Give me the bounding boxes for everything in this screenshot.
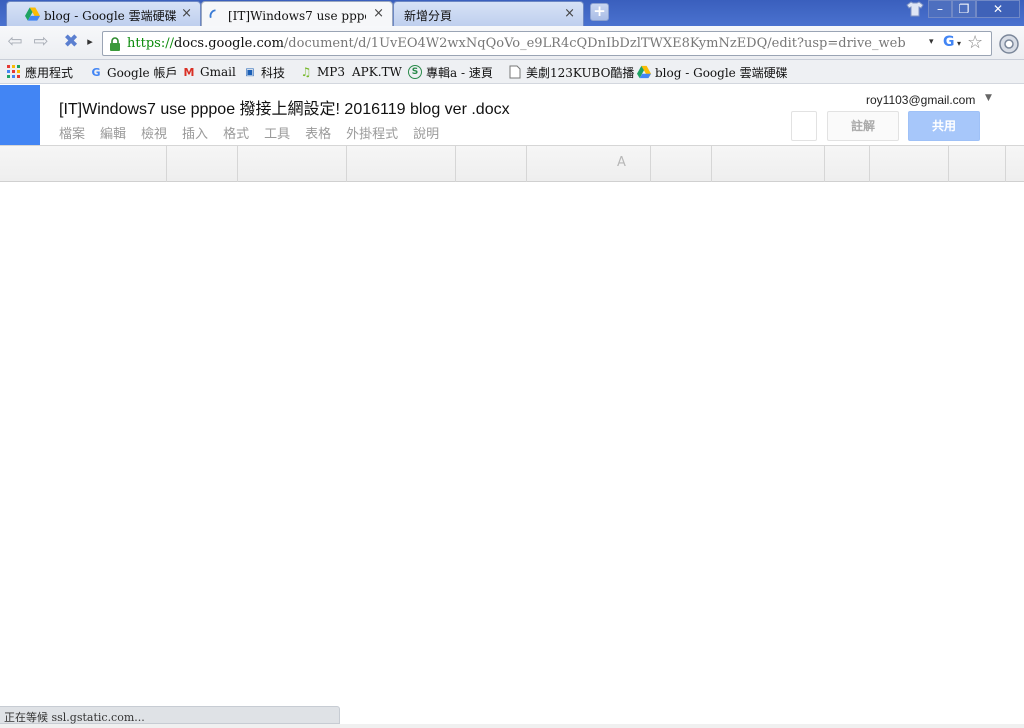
bookmark-label: 科技: [261, 65, 286, 80]
toolbar-divider: [526, 146, 527, 182]
bookmark-apk[interactable]: APK.TW: [352, 63, 402, 81]
share-button[interactable]: 共用: [908, 111, 980, 141]
document-canvas[interactable]: [0, 182, 1024, 706]
new-tab-button[interactable]: +: [590, 3, 609, 21]
stop-icon[interactable]: ✖: [61, 33, 81, 53]
tech-icon: ▣: [245, 66, 255, 78]
settings-wrench-icon[interactable]: [998, 33, 1020, 55]
url-text[interactable]: https://docs.google.com/document/d/1UvEO…: [127, 36, 906, 51]
menu-table[interactable]: 表格: [305, 123, 331, 142]
bookmark-gmail[interactable]: M Gmail: [182, 63, 236, 81]
bookmark-label: APK.TW: [352, 65, 402, 79]
docs-header: [IT]Windows7 use pppoe 撥接上網設定! 2016119 b…: [0, 85, 1024, 145]
text-color-icon[interactable]: A: [617, 155, 626, 170]
menu-addons[interactable]: 外掛程式: [346, 123, 398, 142]
lock-icon: [110, 37, 120, 51]
tab-close-icon[interactable]: ×: [373, 6, 384, 21]
bookmark-label: Gmail: [200, 65, 236, 79]
bookmark-label: 美劇123KUBO酷播: [526, 65, 635, 80]
toolbar-divider: [869, 146, 870, 182]
bookmark-label: 專輯a - 速頁: [426, 65, 493, 80]
toolbar-divider: [237, 146, 238, 182]
url-host: docs.google.com: [173, 36, 284, 51]
page-icon: [509, 65, 521, 79]
maximize-button[interactable]: ❐: [952, 0, 976, 18]
address-bar[interactable]: https://docs.google.com/document/d/1UvEO…: [102, 31, 992, 56]
omnibox-dropdown-icon[interactable]: ▾: [929, 37, 934, 47]
comments-button[interactable]: 註解: [827, 111, 899, 141]
google-search-icon[interactable]: G: [943, 34, 955, 50]
tab-new-tab[interactable]: 新增分頁 ×: [393, 1, 584, 26]
bookmark-tech[interactable]: ▣ 科技: [243, 63, 285, 81]
bookmark-blog-drive[interactable]: blog - Google 雲端硬碟: [637, 63, 788, 81]
menu-help[interactable]: 說明: [413, 123, 439, 142]
bookmark-star-icon[interactable]: ☆: [967, 32, 983, 53]
tab-close-icon[interactable]: ×: [181, 6, 192, 21]
account-dropdown-icon[interactable]: ▼: [985, 93, 992, 103]
bookmark-label: Google 帳戶: [107, 65, 178, 80]
menu-edit[interactable]: 編輯: [100, 123, 126, 142]
url-scheme: https://: [127, 36, 174, 51]
tab-title: blog - Google 雲端硬碟: [44, 9, 177, 23]
close-window-button[interactable]: ✕: [976, 0, 1020, 18]
menu-tools[interactable]: 工具: [264, 123, 290, 142]
window-bottom-edge: [0, 724, 1024, 728]
toolbar-blank-button[interactable]: [791, 111, 817, 141]
url-path: /document/d/1UvEO4W2wxNqQoVo_e9LR4cQDnIb…: [283, 36, 906, 51]
google-g-icon: G: [91, 65, 101, 79]
bookmark-album-speedpage[interactable]: S 專輯a - 速頁: [408, 63, 493, 81]
bookmark-kubo[interactable]: 美劇123KUBO酷播: [508, 63, 634, 81]
editor-toolbar: A: [0, 145, 1024, 182]
docs-menubar: 檔案 編輯 檢視 插入 格式 工具 表格 外掛程式 說明: [59, 123, 439, 142]
bookmarks-bar: 應用程式 G Google 帳戶 M Gmail ▣ 科技 ♫ MP3 APK.…: [0, 60, 1024, 84]
toolbar-divider: [455, 146, 456, 182]
forward-arrow-icon[interactable]: ⇨: [31, 33, 51, 53]
toolbar-divider: [711, 146, 712, 182]
menu-format[interactable]: 格式: [223, 123, 249, 142]
search-engine-caret-icon[interactable]: ▾: [957, 39, 961, 48]
menu-file[interactable]: 檔案: [59, 123, 85, 142]
bookmark-label: 應用程式: [25, 65, 74, 80]
tab-strip: blog - Google 雲端硬碟 × [IT]Windows7 use pp…: [0, 0, 1024, 27]
history-dropdown-icon[interactable]: ▸: [84, 33, 96, 53]
toolbar-divider: [1005, 146, 1006, 182]
bookmark-label: blog - Google 雲端硬碟: [655, 65, 788, 80]
toolbar-divider: [166, 146, 167, 182]
gmail-icon: M: [183, 65, 195, 79]
account-email[interactable]: roy1103@gmail.com: [866, 93, 975, 107]
docs-logo[interactable]: [0, 85, 40, 145]
toolbar-divider: [824, 146, 825, 182]
tab-docs-document[interactable]: [IT]Windows7 use pppoe 撥接 ×: [201, 1, 393, 27]
apps-grid-icon: [7, 65, 20, 78]
profile-shirt-icon[interactable]: [906, 1, 924, 17]
google-drive-icon: [637, 65, 651, 79]
loading-icon: [209, 9, 216, 19]
bookmark-google-account[interactable]: G Google 帳戶: [89, 63, 177, 81]
mp3-icon: ♫: [300, 65, 312, 79]
bookmark-label: MP3: [317, 65, 345, 79]
browser-window: blog - Google 雲端硬碟 × [IT]Windows7 use pp…: [0, 0, 1024, 728]
tab-title: 新增分頁: [404, 9, 453, 23]
tab-close-icon[interactable]: ×: [564, 6, 575, 21]
minimize-button[interactable]: –: [928, 0, 952, 18]
toolbar-divider: [948, 146, 949, 182]
tab-title: [IT]Windows7 use pppoe 撥接: [228, 9, 366, 23]
bookmark-apps[interactable]: 應用程式: [7, 63, 73, 81]
document-title[interactable]: [IT]Windows7 use pppoe 撥接上網設定! 2016119 b…: [59, 95, 510, 119]
s-circle-icon: S: [408, 65, 422, 79]
google-drive-icon: [25, 7, 40, 21]
toolbar-divider: [650, 146, 651, 182]
tab-blog-drive[interactable]: blog - Google 雲端硬碟 ×: [6, 1, 201, 26]
menu-view[interactable]: 檢視: [141, 123, 167, 142]
status-bar: 正在等候 ssl.gstatic.com...: [0, 706, 340, 724]
menu-insert[interactable]: 插入: [182, 123, 208, 142]
back-arrow-icon[interactable]: ⇦: [5, 33, 25, 53]
bookmark-mp3[interactable]: ♫ MP3: [299, 63, 345, 81]
toolbar-divider: [346, 146, 347, 182]
